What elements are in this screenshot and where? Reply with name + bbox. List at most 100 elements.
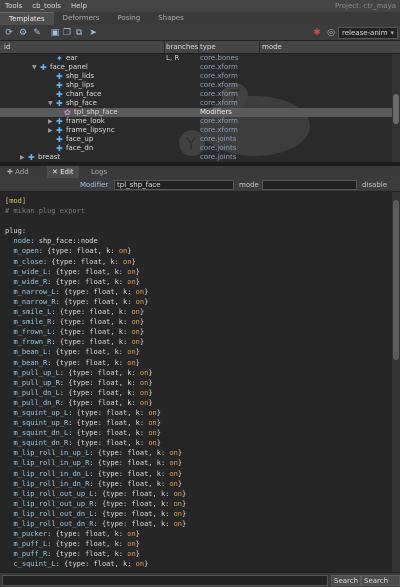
xform-icon: ✚: [28, 153, 35, 162]
col-branches[interactable]: branches: [166, 43, 198, 51]
tab-add[interactable]: ✚ Add: [2, 166, 34, 178]
globe-icon[interactable]: ◎: [326, 28, 336, 38]
col-divider[interactable]: [198, 41, 199, 54]
code-content[interactable]: [mod] # mikan plug export plug: node: shp…: [5, 196, 186, 569]
tab-templates[interactable]: Templates: [0, 12, 54, 25]
expand-right-icon[interactable]: ▶: [48, 117, 53, 126]
chevron-down-icon: ▾: [390, 29, 394, 37]
tab-posing[interactable]: Posing: [108, 12, 149, 25]
tree-row[interactable]: ▶ ✚ frame_lipsync core.xform: [0, 126, 392, 135]
code-line: m_frown_L: {type: float, k: on}: [13, 328, 145, 337]
col-id[interactable]: id: [4, 43, 10, 51]
modifier-name-field[interactable]: tpl_shp_face: [114, 180, 234, 190]
menu-cb-tools[interactable]: cb_tools: [27, 2, 66, 10]
tree-row-type: core.xform: [200, 90, 238, 98]
expand-down-icon[interactable]: ▼: [32, 63, 37, 72]
code-line: m_open: {type: float, k: on}: [13, 247, 132, 256]
code-line: m_smile_R: {type: float, k: on}: [13, 318, 145, 327]
tree-row[interactable]: ✚ chan_face core.xform: [0, 90, 392, 99]
tree-row[interactable]: ▼ ✚ face_panel core.xform: [0, 63, 392, 72]
expand-right-icon[interactable]: ▶: [20, 153, 25, 162]
search-button[interactable]: Search: [331, 575, 362, 586]
build-icon[interactable]: ⚙: [18, 28, 28, 38]
tab-edit[interactable]: ✕ Edit: [47, 166, 79, 178]
code-line: [mod]: [5, 197, 27, 205]
refresh-icon[interactable]: ⟳: [4, 28, 14, 38]
tree-scroll-thumb[interactable]: [393, 94, 399, 124]
xform-icon: ✚: [40, 63, 47, 72]
tree-header: id branches type mode: [0, 41, 400, 54]
modifier-icon: ✿: [64, 108, 71, 117]
menu-tools[interactable]: Tools: [0, 2, 27, 10]
tab-deformers[interactable]: Deformers: [54, 12, 109, 25]
tree-row-type: core.xform: [200, 99, 238, 107]
project-label: Project: ctr_maya: [334, 2, 396, 10]
tree-row-type: core.joints: [200, 144, 237, 152]
xform-icon: ✚: [56, 135, 63, 144]
code-line: plug:: [5, 227, 27, 236]
tab-shapes[interactable]: Shapes: [149, 12, 193, 25]
tree-row[interactable]: ✿ tpl_shp_face Modifiers: [0, 108, 392, 117]
bone-icon: ✦: [56, 54, 63, 63]
copy-icon[interactable]: ⧉: [74, 28, 84, 38]
pointer-icon[interactable]: ➤: [88, 28, 98, 38]
editor-scroll-thumb[interactable]: [393, 200, 399, 360]
expand-right-icon[interactable]: ▶: [48, 126, 53, 135]
search-bar: Search Search all: [0, 572, 400, 587]
mode-field[interactable]: [262, 180, 357, 190]
tree-row-type: core.xform: [200, 117, 238, 125]
tree-row[interactable]: ✦ ear L, R core.bones: [0, 54, 392, 63]
tree-row[interactable]: ✚ shp_lips core.xform: [0, 81, 392, 90]
settings-gear-icon[interactable]: ✱: [312, 28, 322, 38]
tab-add-label: Add: [15, 168, 29, 176]
code-line: m_narrow_L: {type: float, k: on}: [13, 287, 149, 296]
search-all-button[interactable]: Search all: [361, 575, 400, 586]
tree-body: ✦ ear L, Rcore.bones ▼ ✚ face_panel core.xform…: [0, 54, 392, 162]
code-line: m_lip_roll_out_up_R: {type: float, k: on…: [13, 499, 187, 508]
tree-row[interactable]: ✚ face_dn core.joints: [0, 144, 392, 153]
col-divider[interactable]: [259, 41, 260, 54]
code-line: # mikan plug export: [5, 207, 86, 216]
code-line: m_pull_up_R: {type: float, k: on}: [13, 378, 153, 387]
tree-row-label: frame_lipsync: [66, 126, 115, 134]
editor-scrollbar[interactable]: [392, 192, 400, 572]
trash-icon[interactable]: ▣: [50, 28, 60, 38]
code-line: c_squint_L: {type: float, k: on}: [13, 560, 149, 569]
code-line: m_smile_L: {type: float, k: on}: [13, 308, 145, 317]
code-line: m_lip_roll_in_dn_L: {type: float, k: on}: [13, 469, 183, 478]
tree-row[interactable]: ▶ ✚ frame_look core.xform: [0, 117, 392, 126]
col-mode[interactable]: mode: [262, 43, 282, 51]
menu-help[interactable]: Help: [66, 2, 92, 10]
xform-icon: ✚: [56, 81, 63, 90]
xform-icon: ✚: [56, 117, 63, 126]
xform-icon: ✚: [56, 144, 63, 153]
tree-row-type: core.joints: [200, 135, 237, 143]
env-select[interactable]: release-anim ▾: [338, 27, 398, 39]
xform-icon: ✚: [56, 99, 63, 108]
expand-down-icon[interactable]: ▼: [48, 99, 53, 108]
code-line: m_squint_up_R: {type: float, k: on}: [13, 419, 161, 428]
tree-row[interactable]: ▶ ✚ breast core.joints: [0, 153, 392, 162]
tree-row-label: face_dn: [66, 144, 94, 152]
code-line: m_lip_roll_in_up_R: {type: float, k: on}: [13, 459, 183, 468]
code-line: m_puff_R: {type: float, k: on}: [13, 550, 140, 559]
tree-row-type: core.xform: [200, 126, 238, 134]
code-editor[interactable]: [mod] # mikan plug export plug: node: shp…: [0, 192, 400, 572]
tree-row-label: face_up: [66, 135, 94, 143]
tree-row-label: ear: [66, 54, 78, 62]
search-input[interactable]: [2, 575, 328, 586]
tree-row[interactable]: ✚ shp_lids core.xform: [0, 72, 392, 81]
tab-logs[interactable]: Logs: [86, 166, 112, 178]
col-type[interactable]: type: [200, 43, 216, 51]
code-line: m_squint_up_L: {type: float, k: on}: [13, 408, 161, 417]
col-divider[interactable]: [164, 41, 165, 54]
tree-row[interactable]: ▼ ✚ shp_face core.xform: [0, 99, 392, 108]
tree-row-branches: L, R: [166, 54, 180, 62]
brush-icon[interactable]: ✎: [32, 28, 42, 38]
tree-scrollbar[interactable]: [392, 54, 400, 162]
tree-row[interactable]: ✚ face_up core.joints: [0, 135, 392, 144]
duplicate-icon[interactable]: ❐: [62, 28, 72, 38]
tree-row-label: breast: [38, 153, 61, 161]
code-line: m_bean_R: {type: float, k: on}: [13, 358, 140, 367]
